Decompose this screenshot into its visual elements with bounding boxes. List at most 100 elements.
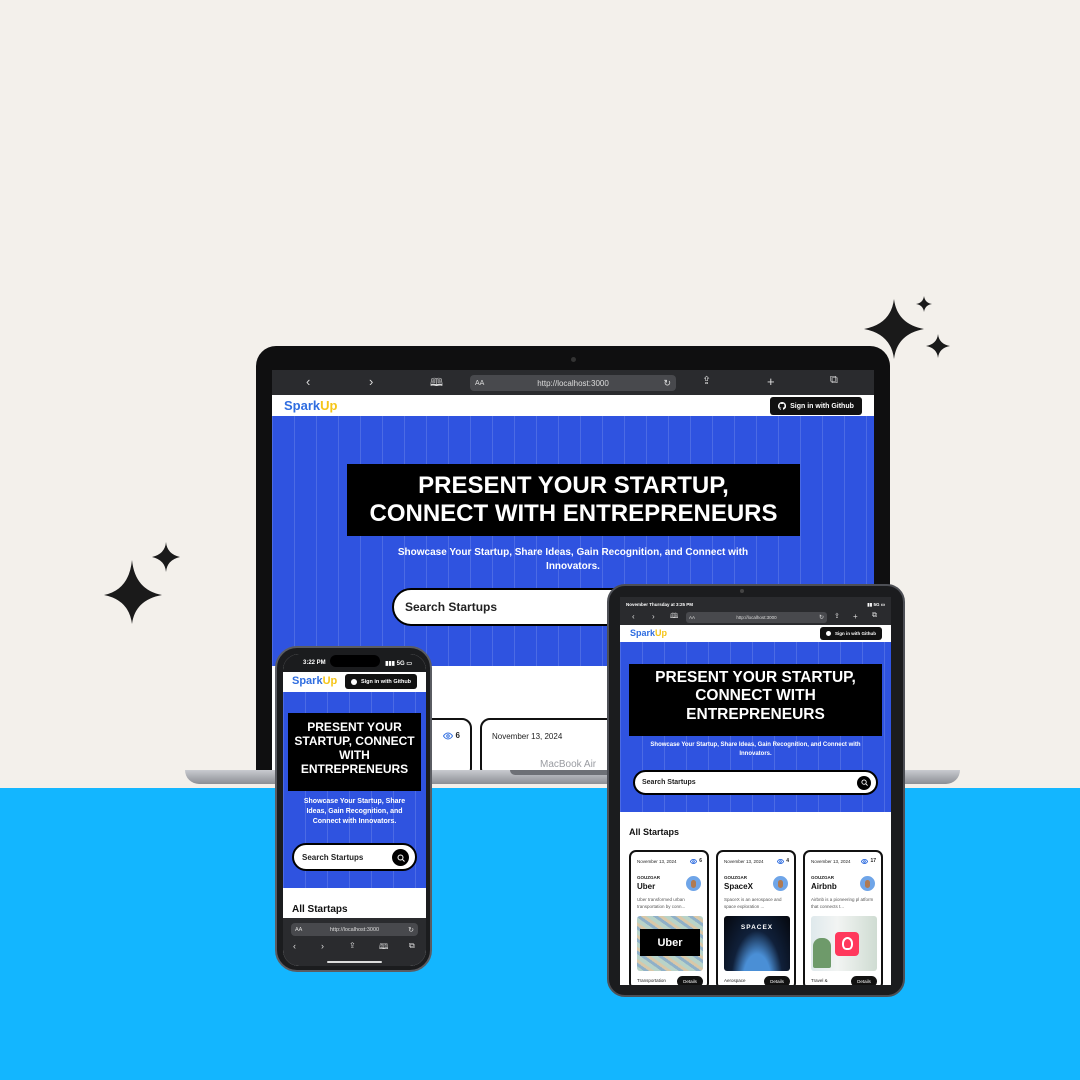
- card-description: Airbnb is a pioneering pl atform that co…: [811, 897, 874, 909]
- address-bar[interactable]: AA http://localhost:3000 ↻: [470, 375, 676, 391]
- card-category[interactable]: Transportation: [637, 978, 666, 983]
- url-text: http://localhost:3000: [329, 926, 380, 933]
- brand-logo[interactable]: SparkUp: [284, 398, 337, 413]
- card-description: SpaceX is an aerospace and space explora…: [724, 897, 782, 909]
- book-icon[interactable]: 🕮: [430, 374, 443, 393]
- tabs-icon[interactable]: ⧉: [872, 612, 877, 620]
- details-button[interactable]: Details: [764, 976, 790, 985]
- github-icon: [826, 631, 831, 636]
- search-icon: [397, 854, 405, 862]
- card-description: Uber transformed urban transportation by…: [637, 897, 686, 909]
- hero-section: PRESENT YOUR STARTUP, CONNECT WITH ENTRE…: [620, 642, 891, 812]
- startup-card[interactable]: November 13, 2024 6 GOUZGAR Uber Uber tr…: [629, 850, 709, 985]
- eye-icon: [442, 731, 453, 740]
- plus-icon[interactable]: +: [767, 374, 775, 389]
- view-count: 6: [442, 731, 460, 740]
- hero-subtitle: Showcase Your Startup, Share Ideas, Gain…: [650, 742, 861, 757]
- text-size-button[interactable]: AA: [475, 380, 484, 387]
- github-icon: [350, 678, 357, 685]
- chevron-left-icon[interactable]: ‹: [632, 612, 635, 621]
- phone-status-bar: 3:22 PM ▮▮▮ 5G ▭: [283, 654, 426, 672]
- github-signin-button[interactable]: Sign in with Github: [345, 674, 417, 689]
- card-category[interactable]: Aerospace: [724, 978, 746, 983]
- chevron-right-icon[interactable]: ›: [652, 612, 655, 621]
- avatar[interactable]: [773, 876, 788, 891]
- share-icon[interactable]: ⇪: [702, 374, 711, 387]
- card-image[interactable]: SPACEX: [724, 916, 790, 971]
- github-signin-button[interactable]: Sign in with Github: [770, 397, 862, 415]
- search-placeholder: Search Startups: [642, 779, 696, 786]
- brand-logo[interactable]: SparkUp: [292, 675, 337, 687]
- chevron-right-icon[interactable]: ›: [321, 941, 324, 951]
- card-title[interactable]: Airbnb: [811, 882, 837, 891]
- search-button[interactable]: [392, 849, 409, 866]
- plus-icon[interactable]: +: [853, 612, 858, 621]
- search-input[interactable]: Search Startups: [633, 770, 878, 795]
- card-author[interactable]: GOUZGAR: [637, 875, 660, 880]
- share-icon[interactable]: ⇪: [834, 612, 840, 620]
- brand-logo[interactable]: SparkUp: [630, 628, 667, 638]
- eye-icon: [861, 858, 869, 864]
- section-title: All Startaps: [292, 904, 348, 915]
- search-button[interactable]: [857, 775, 871, 790]
- tabs-icon[interactable]: ⧉: [830, 374, 838, 387]
- reload-icon[interactable]: ↻: [663, 378, 671, 389]
- plant-decoration: [813, 938, 831, 968]
- avatar[interactable]: [860, 876, 875, 891]
- details-button[interactable]: Details: [851, 976, 877, 985]
- tabs-icon[interactable]: ⧉: [409, 941, 415, 951]
- view-count: 6: [690, 858, 702, 864]
- book-icon[interactable]: 🕮: [379, 941, 388, 955]
- uber-logo: Uber: [640, 929, 700, 956]
- laptop-model-label: MacBook Air: [540, 759, 597, 770]
- address-bar[interactable]: AA http://localhost:3000 ↻: [291, 923, 418, 936]
- card-author[interactable]: GOUZGAR: [811, 875, 834, 880]
- hero-subtitle: Showcase Your Startup, Share Ideas, Gain…: [303, 798, 406, 826]
- eye-icon: [690, 858, 698, 864]
- card-image[interactable]: Uber: [637, 916, 703, 971]
- phone-screen: 3:22 PM ▮▮▮ 5G ▭ SparkUp Sign in with Gi…: [283, 654, 426, 966]
- card-date: November 13, 2024: [492, 732, 563, 741]
- search-placeholder: Search Startups: [302, 852, 364, 862]
- startup-card[interactable]: November 13, 2024 17 GOUZGAR Airbnb Airb…: [803, 850, 883, 985]
- card-category[interactable]: Travel &: [811, 978, 828, 983]
- chevron-right-icon[interactable]: ›: [369, 374, 373, 389]
- hero-title: PRESENT YOUR STARTUP, CONNECT WITH ENTRE…: [629, 664, 882, 736]
- section-title: All Startaps: [629, 827, 680, 837]
- search-placeholder: Search Startups: [405, 600, 498, 614]
- book-icon[interactable]: 🕮: [670, 612, 678, 623]
- browser-toolbar: ‹ › 🕮 AA http://localhost:3000 ↻ ⇪ + ⧉: [272, 370, 874, 395]
- share-icon[interactable]: ⇪: [349, 941, 356, 950]
- reload-icon[interactable]: ↻: [819, 614, 824, 621]
- tablet-screen: November Thursday at 3:25 PM ▮▮ 5G ▭ ‹ ›…: [620, 597, 891, 985]
- card-title[interactable]: Uber: [637, 882, 655, 891]
- search-icon: [860, 779, 868, 786]
- signal-indicator: ▮▮ 5G ▭: [867, 602, 885, 607]
- signal-indicator: ▮▮▮ 5G ▭: [385, 661, 412, 667]
- hero-section: PRESENT YOUR STARTUP, CONNECT WITH ENTRE…: [283, 692, 426, 888]
- search-input[interactable]: Search Startups: [292, 843, 417, 871]
- avatar[interactable]: [686, 876, 701, 891]
- browser-bottom-bar: AA http://localhost:3000 ↻ ‹ › ⇪ 🕮 ⧉: [283, 918, 426, 966]
- dynamic-island: [330, 655, 380, 667]
- address-bar[interactable]: AA http://localhost:3000 ↻: [686, 612, 827, 623]
- chevron-left-icon[interactable]: ‹: [293, 941, 296, 951]
- github-signin-button[interactable]: Sign in with Github: [820, 627, 882, 640]
- details-button[interactable]: Details: [677, 976, 703, 985]
- card-date: November 13, 2024: [724, 859, 764, 864]
- startup-card[interactable]: November 13, 2024 4 GOUZGAR SpaceX Space…: [716, 850, 796, 985]
- card-author[interactable]: GOUZGAR: [724, 875, 747, 880]
- hero-title: PRESENT YOUR STARTUP, CONNECT WITH ENTRE…: [288, 713, 421, 791]
- card-title[interactable]: SpaceX: [724, 882, 753, 891]
- airbnb-logo: [835, 932, 859, 956]
- card-image[interactable]: [811, 916, 877, 971]
- reload-icon[interactable]: ↻: [408, 926, 414, 934]
- home-indicator: [327, 961, 382, 963]
- chevron-left-icon[interactable]: ‹: [306, 374, 310, 389]
- url-text: http://localhost:3000: [537, 378, 609, 388]
- laptop-camera: [571, 357, 576, 362]
- card-date: November 13, 2024: [637, 859, 677, 864]
- github-signin-label: Sign in with Github: [790, 402, 854, 410]
- tablet-camera: [740, 589, 744, 593]
- github-icon: [778, 402, 787, 410]
